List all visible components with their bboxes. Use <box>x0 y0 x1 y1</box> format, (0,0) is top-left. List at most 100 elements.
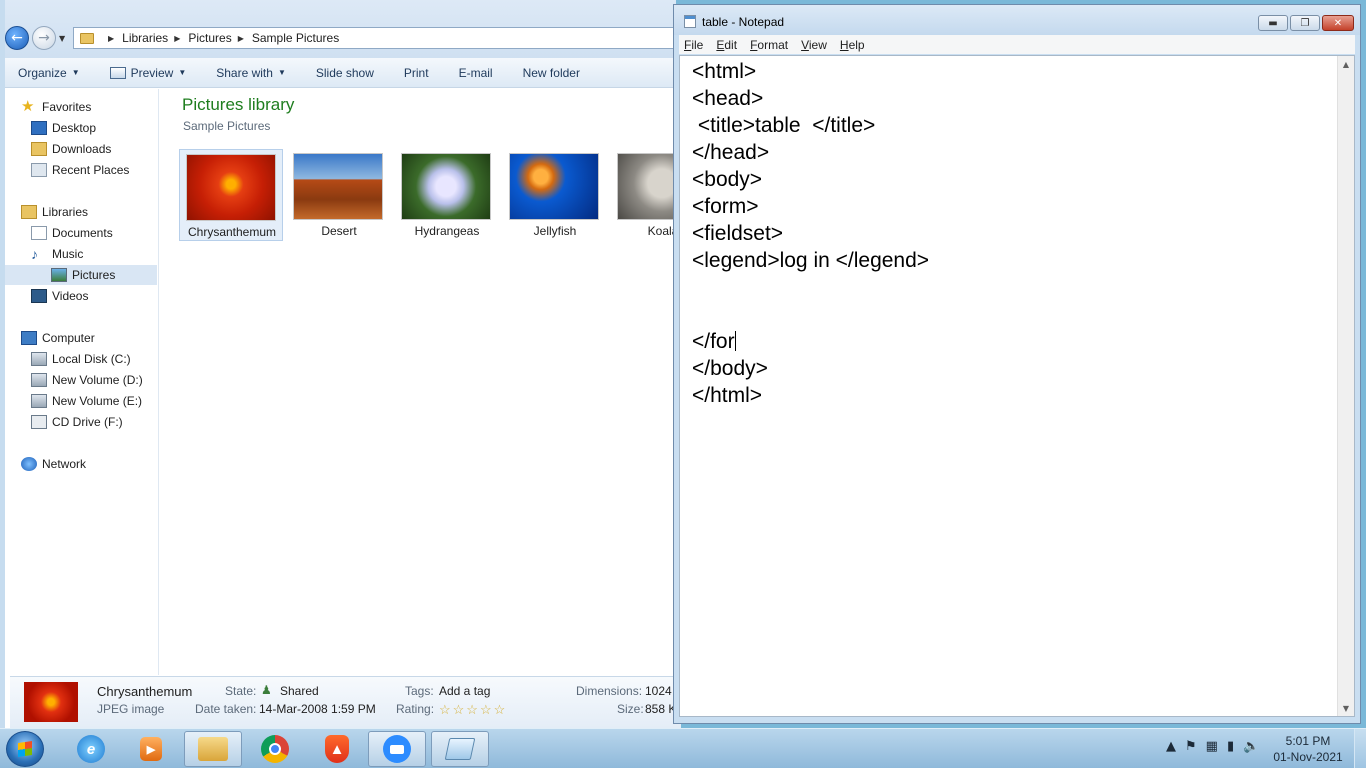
notepad-taskbar-icon <box>444 738 476 760</box>
nav-favorites[interactable]: ★ Favorites <box>21 97 91 117</box>
minimize-icon: ▬ <box>1268 17 1278 29</box>
clock-date: 01-Nov-2021 <box>1273 750 1343 764</box>
nav-downloads[interactable]: Downloads <box>31 139 111 159</box>
power-icon[interactable]: ▮ <box>1227 739 1234 754</box>
code-line: </head> <box>692 141 770 164</box>
chevron-down-icon: ▼ <box>178 68 187 77</box>
internet-explorer-icon: e <box>77 735 105 763</box>
address-bar[interactable]: ▶ Libraries ▶ Pictures ▶ Sample Pictures <box>73 27 681 49</box>
editor-content[interactable]: <html> <head> <title>table </title> </head… <box>692 58 929 409</box>
nav-recent-places[interactable]: Recent Places <box>31 160 129 180</box>
nav-pictures[interactable]: Pictures <box>5 265 157 285</box>
start-button[interactable] <box>6 731 44 767</box>
new-folder-button[interactable]: New folder <box>508 66 595 80</box>
nav-desktop[interactable]: Desktop <box>31 118 96 138</box>
chrysanthemum-image <box>186 154 276 221</box>
breadcrumb-sample-pictures[interactable]: Sample Pictures <box>252 31 339 45</box>
nav-new-volume-d[interactable]: New Volume (D:) <box>31 370 143 390</box>
taskbar-notepad[interactable] <box>431 731 489 767</box>
back-button[interactable]: ← <box>5 26 29 50</box>
nav-videos[interactable]: Videos <box>31 286 88 306</box>
scroll-down-icon[interactable]: ▼ <box>1338 700 1354 716</box>
show-hidden-icons-icon[interactable]: ▲ <box>1166 739 1176 754</box>
nav-music[interactable]: ♪ Music <box>31 244 83 264</box>
preview-label: Preview <box>130 65 174 80</box>
nav-documents[interactable]: Documents <box>31 223 113 243</box>
menu-edit[interactable]: Edit <box>711 38 745 52</box>
details-pane: Chrysanthemum JPEG image State: ♟ Shared… <box>10 676 684 728</box>
nav-libraries[interactable]: Libraries <box>21 202 88 222</box>
minimize-button[interactable]: ▬ <box>1258 15 1288 31</box>
menu-file[interactable]: File <box>679 38 711 52</box>
recent-pages-dropdown-icon[interactable]: ▼ <box>59 34 65 43</box>
menu-view[interactable]: View <box>796 38 835 52</box>
taskbar-windows-explorer[interactable] <box>184 731 242 767</box>
details-thumbnail <box>24 682 78 722</box>
volume-icon[interactable]: 🔈 <box>1243 739 1259 754</box>
recent-places-icon <box>31 163 47 177</box>
forward-button[interactable]: → <box>32 26 56 50</box>
breadcrumb-pictures[interactable]: Pictures <box>188 31 231 45</box>
music-icon: ♪ <box>31 246 38 262</box>
slide-show-button[interactable]: Slide show <box>301 66 389 80</box>
taskbar-brave[interactable]: ▲ <box>308 731 366 767</box>
taskbar-zoom[interactable] <box>368 731 426 767</box>
jellyfish-image <box>509 153 599 220</box>
breadcrumb-arrow-icon[interactable]: ▶ <box>174 34 180 43</box>
close-icon: ✕ <box>1333 17 1343 29</box>
notepad-title: table - Notepad <box>702 15 785 29</box>
breadcrumb-libraries[interactable]: Libraries <box>122 31 168 45</box>
explorer-window: ← → ▼ ▶ Libraries ▶ Pictures ▶ Sample Pi… <box>0 0 684 728</box>
date-taken-value[interactable]: 14-Mar-2008 1:59 PM <box>259 702 376 716</box>
show-desktop-button[interactable] <box>1354 729 1366 768</box>
nav-computer[interactable]: Computer <box>21 328 95 348</box>
action-center-flag-icon[interactable]: ⚑ <box>1185 739 1197 754</box>
email-button[interactable]: E-mail <box>444 66 508 80</box>
pictures-icon <box>51 268 67 282</box>
breadcrumb-arrow-icon[interactable]: ▶ <box>108 34 114 43</box>
thumbnail-jellyfish[interactable]: Jellyfish <box>503 149 607 241</box>
add-tag-field[interactable]: Add a tag <box>439 684 490 698</box>
taskbar-media-player[interactable]: ▶ <box>122 731 180 767</box>
nav-libraries-label: Libraries <box>42 205 89 219</box>
menu-help[interactable]: Help <box>835 38 873 52</box>
navigation-buttons: ← → ▼ <box>5 26 65 50</box>
library-subtitle: Sample Pictures <box>183 119 271 133</box>
preview-button[interactable]: Preview ▼ <box>95 66 202 80</box>
scroll-up-icon[interactable]: ▲ <box>1338 56 1354 72</box>
rating-label: Rating: <box>396 702 435 716</box>
code-line: <title>table </title> <box>692 114 876 137</box>
breadcrumb-arrow-icon[interactable]: ▶ <box>238 34 244 43</box>
organize-button[interactable]: Organize ▼ <box>5 66 95 80</box>
thumbnail-chrysanthemum[interactable]: Chrysanthemum <box>179 149 283 241</box>
nav-cd-drive[interactable]: CD Drive (F:) <box>31 412 123 432</box>
vertical-scrollbar[interactable]: ▲ ▼ <box>1337 56 1354 716</box>
taskbar-chrome[interactable] <box>246 731 304 767</box>
thumbnail-desert[interactable]: Desert <box>287 149 391 241</box>
restore-button[interactable]: ❐ <box>1290 15 1320 31</box>
share-with-button[interactable]: Share with ▼ <box>201 66 301 80</box>
thumbnail-hydrangeas[interactable]: Hydrangeas <box>395 149 499 241</box>
taskbar-internet-explorer[interactable]: e <box>62 731 120 767</box>
notepad-titlebar[interactable]: table - Notepad ▬ ❐ ✕ <box>674 5 1360 35</box>
libraries-icon <box>21 205 37 219</box>
print-button[interactable]: Print <box>389 66 444 80</box>
code-line: ​ <box>692 301 929 328</box>
windows-explorer-icon <box>198 737 228 761</box>
rating-stars[interactable]: ☆☆☆☆☆ <box>439 702 507 718</box>
thumbnail-label: Jellyfish <box>533 224 577 238</box>
clock[interactable]: 5:01 PM 01-Nov-2021 <box>1268 733 1348 765</box>
menu-edit-rest: dit <box>724 37 738 52</box>
code-line: <legend>log in </legend> <box>692 249 930 272</box>
thumbnail-label: Koala <box>647 224 677 238</box>
nav-local-disk[interactable]: Local Disk (C:) <box>31 349 131 369</box>
close-button[interactable]: ✕ <box>1322 15 1354 31</box>
text-editor[interactable]: <html> <head> <title>table </title> </head… <box>679 55 1355 717</box>
thumbnail-koala[interactable]: Koala <box>611 149 677 241</box>
nav-videos-label: Videos <box>52 289 89 303</box>
network-tray-icon[interactable]: ▦ <box>1206 739 1218 754</box>
menu-format[interactable]: Format <box>745 38 796 52</box>
nav-new-volume-e[interactable]: New Volume (E:) <box>31 391 142 411</box>
nav-network[interactable]: Network <box>21 454 86 474</box>
state-label: State: <box>225 684 257 698</box>
